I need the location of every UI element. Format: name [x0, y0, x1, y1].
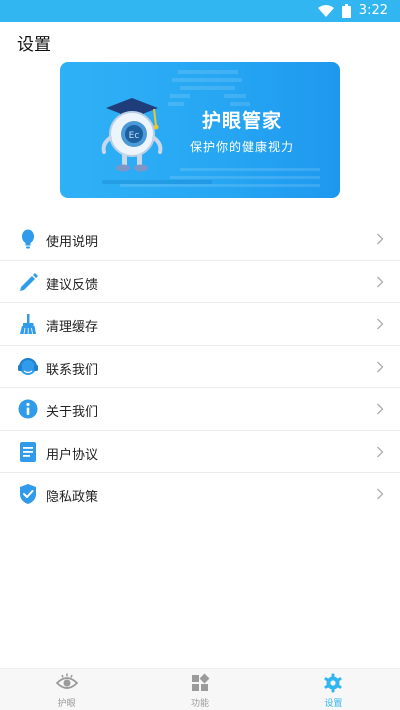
nav-tab-settings[interactable]: 设置	[267, 669, 400, 710]
nav-label: 设置	[324, 699, 343, 709]
battery-icon	[341, 3, 351, 18]
chevron-right-icon	[377, 403, 384, 415]
chevron-right-icon	[377, 488, 384, 500]
document-icon	[20, 441, 36, 462]
menu-item-label: 关于我们	[46, 405, 99, 420]
chevron-right-icon	[377, 446, 384, 457]
menu-item-label: 联系我们	[46, 362, 99, 378]
grid-icon	[191, 673, 210, 691]
menu-item-label: 建议反馈	[46, 277, 99, 293]
banner-title: 护眼管家	[202, 110, 283, 132]
nav-tab-features[interactable]: 功能	[133, 669, 266, 710]
menu-item-label: 隐私政策	[46, 490, 99, 505]
chevron-right-icon	[377, 318, 384, 330]
nav-label: 护眼	[57, 699, 76, 709]
status-bar: 3:22	[0, 0, 400, 22]
wifi-icon	[317, 4, 334, 17]
menu-item-privacy-policy[interactable]: 隐私政策	[0, 473, 400, 516]
chevron-right-icon	[377, 276, 384, 287]
status-time: 3:22	[358, 3, 388, 18]
eye-icon	[55, 673, 78, 689]
promo-banner[interactable]: Ec 护眼管家 保护你的健康视力	[60, 62, 340, 198]
broom-icon	[20, 314, 36, 335]
menu-item-contact-us[interactable]: 联系我们	[0, 346, 400, 388]
chevron-right-icon	[377, 233, 384, 245]
menu-item-feedback[interactable]: 建议反馈	[0, 261, 400, 303]
headset-icon	[18, 357, 38, 375]
info-icon	[18, 399, 38, 419]
nav-label: 功能	[190, 699, 209, 709]
shield-check-icon	[20, 484, 36, 504]
lightbulb-icon	[22, 229, 34, 249]
chevron-right-icon	[377, 361, 384, 372]
menu-item-instructions[interactable]: 使用说明	[0, 218, 400, 261]
banner-subtitle: 保护你的健康视力	[190, 140, 295, 154]
menu-item-label: 清理缓存	[46, 320, 99, 335]
pencil-icon	[20, 272, 38, 291]
settings-menu: 使用说明 建议反馈 清理缓存 联系我们 关于我们 用户协议 隐私政策	[0, 218, 400, 516]
eye-mascot-illustration: Ec	[101, 98, 163, 172]
gear-icon	[324, 673, 342, 693]
bottom-nav: 护眼 功能 设置	[0, 668, 400, 710]
menu-item-user-agreement[interactable]: 用户协议	[0, 431, 400, 473]
page-title: 设置	[17, 35, 51, 55]
menu-item-about-us[interactable]: 关于我们	[0, 388, 400, 431]
nav-tab-eye-care[interactable]: 护眼	[0, 669, 133, 710]
mascot-badge-text: Ec	[129, 131, 140, 141]
menu-item-label: 用户协议	[46, 447, 99, 463]
menu-item-label: 使用说明	[46, 235, 99, 250]
menu-item-clear-cache[interactable]: 清理缓存	[0, 303, 400, 346]
